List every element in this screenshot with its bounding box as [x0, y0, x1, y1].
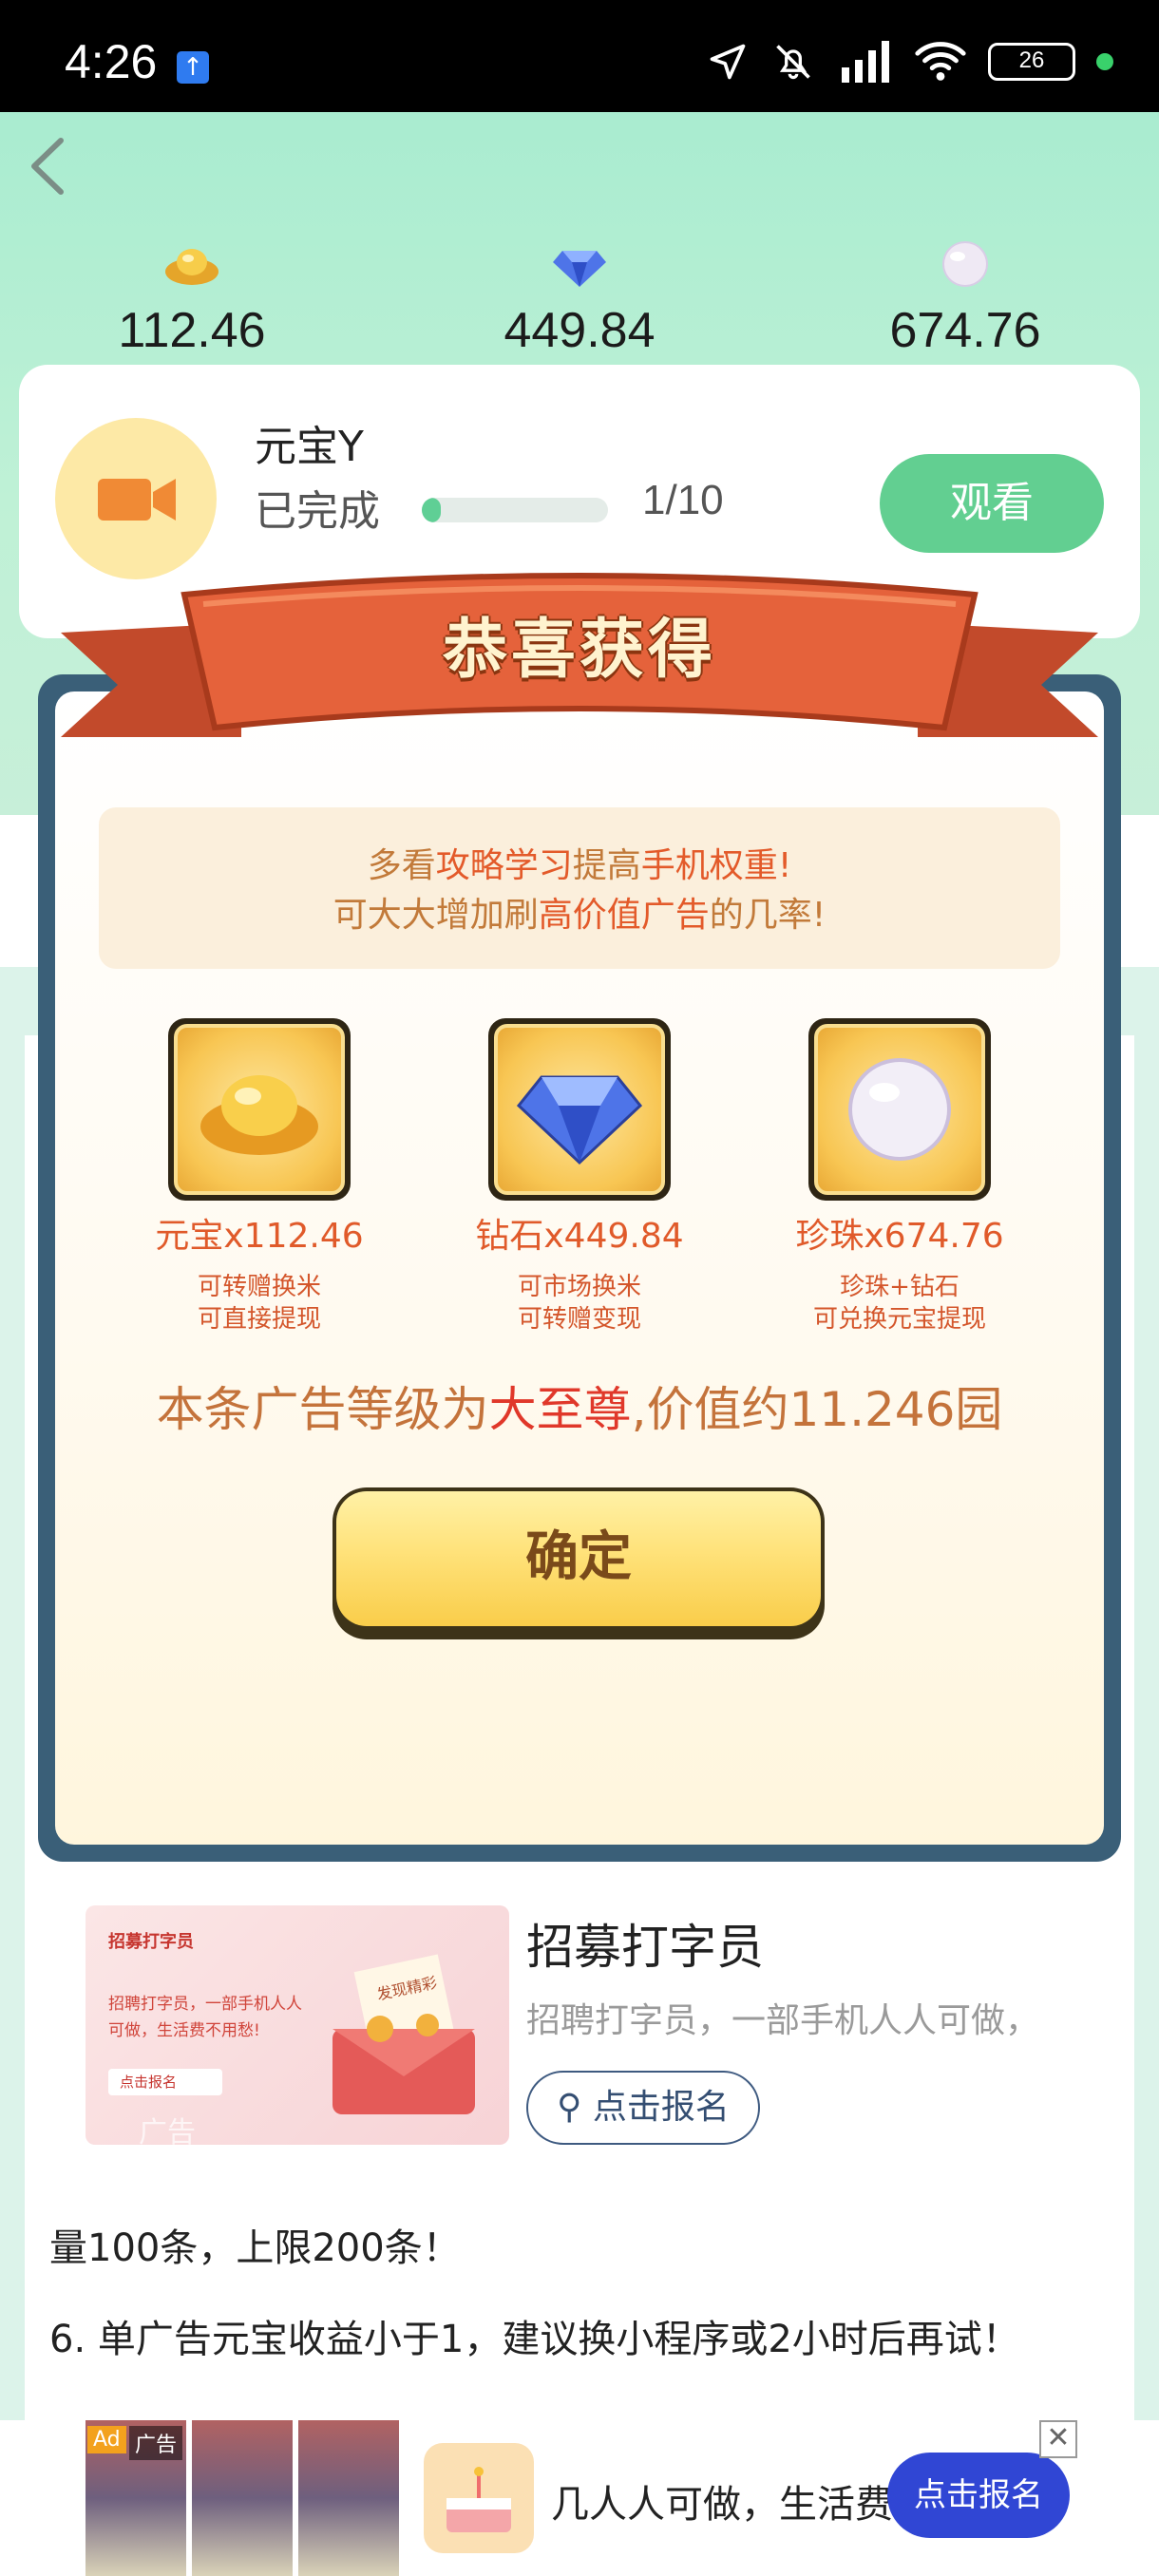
- banner-cta-button[interactable]: 点击报名: [887, 2453, 1070, 2538]
- tip-text: 可大大增加刷: [332, 896, 539, 935]
- signal-icon: [842, 41, 889, 83]
- pearl-icon: [942, 241, 988, 287]
- status-time: 4:26: [65, 35, 158, 88]
- cake-icon: [424, 2443, 534, 2553]
- link-icon: ⚲: [557, 2088, 582, 2127]
- tip-text: 提高: [572, 846, 641, 885]
- reward-desc: 可市场换米: [517, 1273, 641, 1301]
- balance-stats: 112.46 449.84 674.76: [0, 237, 1159, 361]
- thumb-button: 点击报名: [108, 2069, 222, 2095]
- mute-icon: [776, 45, 810, 80]
- ad-item-thumbnail[interactable]: 招募打字员 招聘打字员，一部手机人人可做，生活费不用愁! 点击报名 发现精彩 广…: [86, 1905, 509, 2145]
- task-count: 1/10: [642, 477, 724, 523]
- ad-item-description: 招聘打字员，一部手机人人可做，: [526, 2001, 1040, 2040]
- confirm-button-label: 确定: [336, 1491, 821, 1626]
- ad-level-prefix: 本条广告等级为: [156, 1382, 489, 1437]
- red-envelope-icon: [332, 1954, 475, 2114]
- reward-desc: 可直接提现: [197, 1305, 321, 1334]
- status-bar: 4:26 ↑ 26: [0, 0, 1159, 112]
- tip-line-1: 多看攻略学习提高手机权重!: [99, 842, 1060, 891]
- watch-button[interactable]: 观看: [880, 454, 1104, 553]
- stat-diamond: 449.84: [456, 237, 703, 359]
- ad-item-signup-label: 点击报名: [592, 2088, 730, 2127]
- tip-text: 的几率!: [709, 896, 826, 935]
- back-arrow-icon[interactable]: [19, 133, 76, 199]
- ad-level-text: 本条广告等级为大至尊,价值约11.246园: [0, 1372, 1159, 1440]
- wifi-icon: [915, 42, 966, 81]
- task-title: 元宝Y: [255, 423, 364, 471]
- battery-icon: 26: [988, 43, 1075, 81]
- diamond-icon: [516, 1075, 643, 1165]
- reward-frame: [488, 1018, 671, 1201]
- tip-highlight: 高价值广告: [538, 896, 710, 935]
- stat-ingot-value: 112.46: [118, 303, 266, 358]
- task-progress-fill: [422, 498, 441, 522]
- gold-ingot-icon: [165, 249, 218, 285]
- stat-ingot: 112.46: [68, 237, 315, 359]
- bottom-ad-banner[interactable]: Ad 广告 几人人可做，生活费 点击报名 ✕: [0, 2420, 1159, 2576]
- stat-pearl-value: 674.76: [889, 303, 1041, 358]
- reward-desc: 可转赠换米: [197, 1273, 321, 1301]
- status-icons: 26: [707, 38, 1113, 85]
- task-progress-bar: [422, 498, 608, 522]
- banner-image-3: [298, 2420, 399, 2576]
- banner-image-2: [192, 2420, 293, 2576]
- stat-pearl: 674.76: [842, 237, 1089, 359]
- modal-title: 恭喜获得: [442, 613, 716, 688]
- reward-frame: [808, 1018, 991, 1201]
- video-camera-icon: [98, 479, 176, 521]
- task-status: 已完成: [255, 487, 380, 536]
- modal-tip-box: 多看攻略学习提高手机权重! 可大大增加刷高价值广告的几率!: [99, 807, 1060, 969]
- thumb-badge: 招募打字员: [108, 1932, 194, 1952]
- ad-item-signup-button[interactable]: ⚲ 点击报名: [526, 2071, 760, 2145]
- reward-desc: 可转赠变现: [517, 1305, 641, 1334]
- ad-level-suffix: ,价值约11.246园: [631, 1382, 1003, 1437]
- reward-ingot: 元宝x112.46 可转赠换米 可直接提现: [112, 1018, 407, 1335]
- ad-tag: Ad: [87, 2426, 126, 2453]
- reward-name: 珍珠x674.76: [795, 1217, 1004, 1256]
- reward-name: 元宝x112.46: [155, 1217, 364, 1256]
- confirm-button[interactable]: 确定: [332, 1487, 825, 1639]
- privacy-indicator: [1096, 53, 1113, 70]
- reward-frame: [168, 1018, 351, 1201]
- location-icon: [710, 44, 746, 80]
- tip-text: 多看: [367, 846, 436, 885]
- reward-diamond: 钻石x449.84 可市场换米 可转赠变现: [432, 1018, 727, 1335]
- tip-highlight: 手机权重: [640, 846, 778, 885]
- thumb-ad-label: 广告: [139, 2116, 196, 2145]
- ad-level-value: 大至尊: [488, 1382, 632, 1437]
- rule-text-2: 6. 单广告元宝收益小于1，建议换小程序或2小时后再试！: [49, 2318, 1020, 2361]
- ad-label: 广告: [129, 2426, 183, 2460]
- rule-text-1: 量100条，上限200条！: [49, 2226, 461, 2270]
- stat-diamond-value: 449.84: [504, 303, 656, 358]
- banner-text: 几人人可做，生活费: [551, 2483, 893, 2527]
- gold-ingot-icon: [200, 1075, 318, 1155]
- ad-item-title: 招募打字员: [526, 1920, 764, 1975]
- banner-close-icon[interactable]: ✕: [1039, 2420, 1077, 2458]
- reward-desc: 可兑换元宝提现: [812, 1305, 986, 1334]
- video-icon-badge: [55, 418, 217, 579]
- battery-level: 26: [1018, 47, 1045, 73]
- reward-desc: 珍珠+钻石: [840, 1273, 960, 1301]
- upload-notification-icon: ↑: [177, 51, 209, 84]
- tip-text: !: [777, 846, 792, 885]
- tip-highlight: 攻略学习: [435, 846, 573, 885]
- thumb-text: 招聘打字员，一部手机人人可做，生活费不用愁!: [108, 1995, 302, 2040]
- tip-line-2: 可大大增加刷高价值广告的几率!: [99, 891, 1060, 940]
- diamond-icon: [553, 251, 606, 287]
- reward-name: 钻石x449.84: [475, 1217, 684, 1256]
- reward-pearl: 珍珠x674.76 珍珠+钻石 可兑换元宝提现: [752, 1018, 1047, 1335]
- pearl-icon: [848, 1058, 951, 1161]
